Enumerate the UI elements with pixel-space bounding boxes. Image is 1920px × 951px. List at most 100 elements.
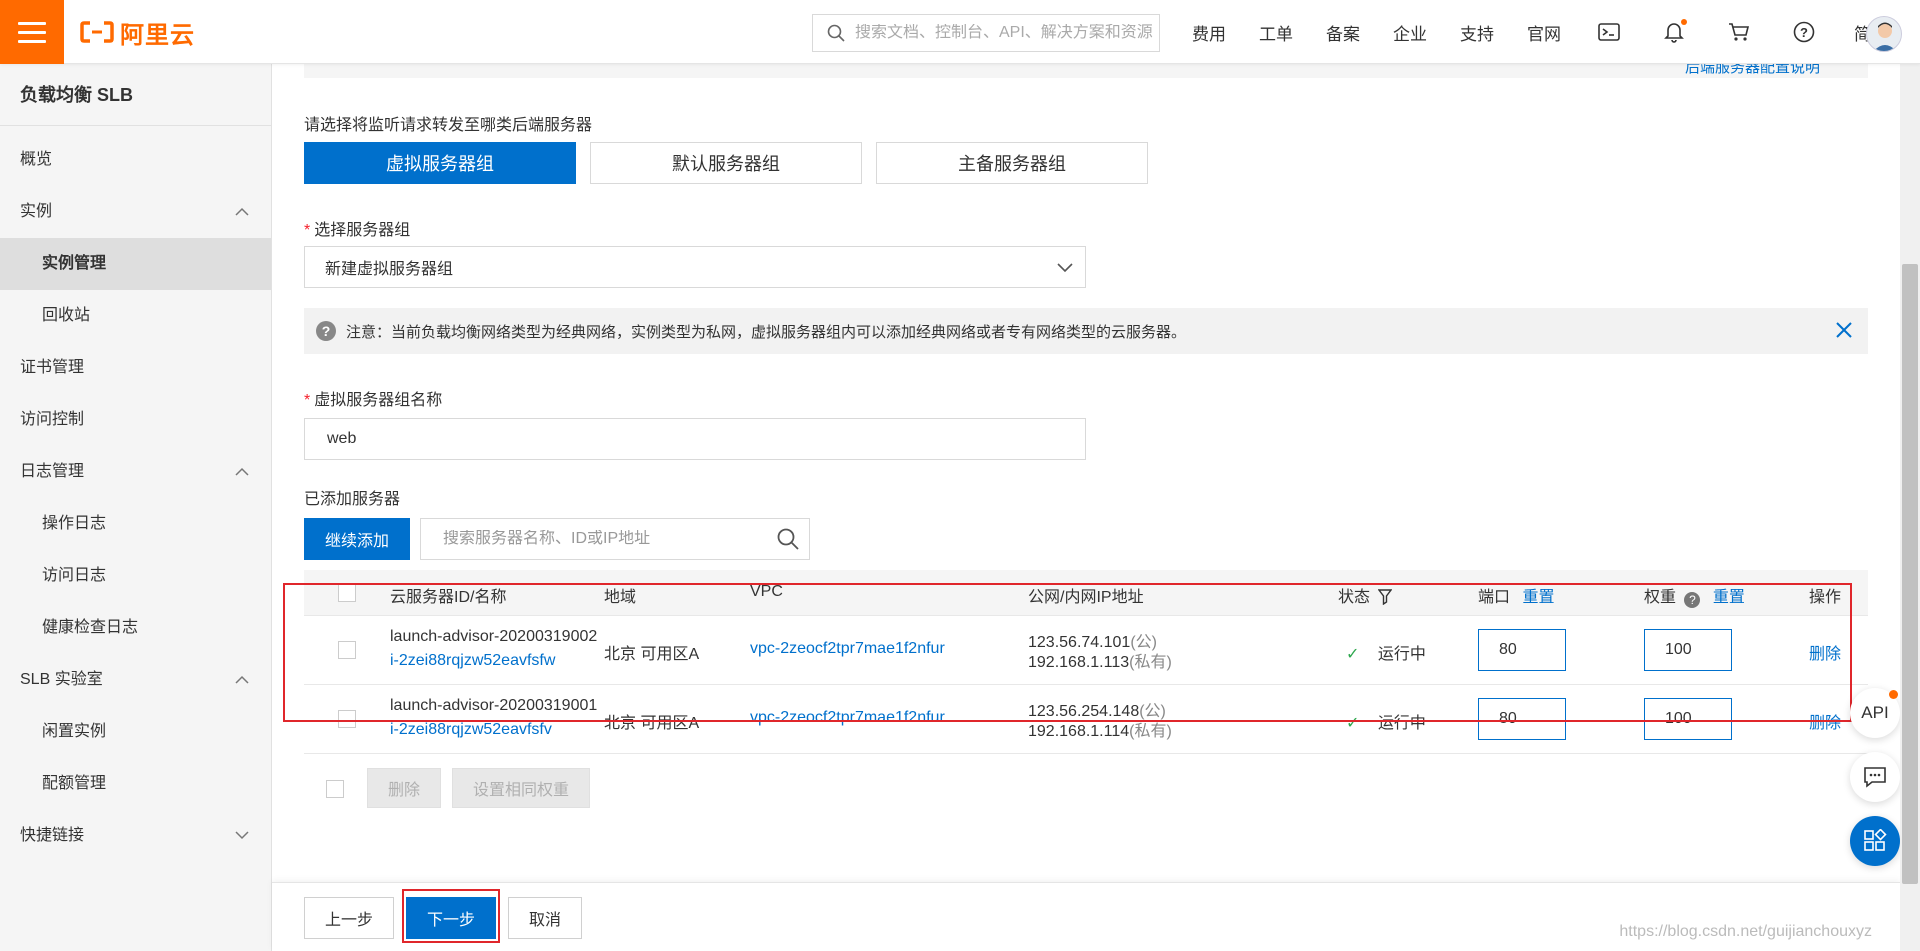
sidebar-item-idle-instances[interactable]: 闲置实例 <box>0 706 271 758</box>
chat-icon <box>1864 767 1886 788</box>
network-notice: ? 注意：当前负载均衡网络类型为经典网络，实例类型为私网，虚拟服务器组内可以添加… <box>304 308 1868 354</box>
sidebar-item-instances[interactable]: 实例 <box>0 186 271 238</box>
group-name-input[interactable] <box>304 418 1086 460</box>
sidebar-item-logs[interactable]: 日志管理 <box>0 446 271 498</box>
col-ip: 公网/内网IP地址 <box>1028 589 1144 606</box>
sidebar-item-operation-logs[interactable]: 操作日志 <box>0 498 271 550</box>
weight-input[interactable] <box>1644 698 1732 740</box>
server-name: launch-advisor-20200319002 <box>390 628 598 645</box>
row-checkbox[interactable] <box>338 641 356 659</box>
nav-enterprise[interactable]: 企业 <box>1393 20 1444 45</box>
server-id-link[interactable]: i-2zei88rqjzw52eavfsfw <box>390 652 555 670</box>
api-button[interactable]: API <box>1850 688 1900 738</box>
nav-tickets[interactable]: 工单 <box>1259 20 1310 45</box>
row-checkbox[interactable] <box>338 710 356 728</box>
chat-button[interactable] <box>1850 752 1900 802</box>
sidebar-item-health-check-logs[interactable]: 健康检查日志 <box>0 602 271 654</box>
chevron-up-icon <box>235 207 249 216</box>
server-group-select[interactable]: 新建虚拟服务器组 <box>304 246 1086 288</box>
col-status: 状态 <box>1338 583 1393 607</box>
sidebar-item-quick-links[interactable]: 快捷链接 <box>0 810 271 862</box>
table-row: launch-advisor-20200319002 i-2zei88rqjzw… <box>304 616 1868 685</box>
delete-link[interactable]: 删除 <box>1809 709 1841 733</box>
scrollbar[interactable] <box>1900 64 1920 951</box>
help-icon[interactable]: ? <box>1789 17 1819 47</box>
sidebar-item-slb-lab[interactable]: SLB 实验室 <box>0 654 271 706</box>
sidebar-item-quota[interactable]: 配额管理 <box>0 758 271 810</box>
notification-dot <box>1681 19 1687 25</box>
nav-fees[interactable]: 费用 <box>1192 20 1243 45</box>
sidebar-item-certificates[interactable]: 证书管理 <box>0 342 271 394</box>
filter-icon[interactable] <box>1378 589 1393 606</box>
col-region: 地域 <box>604 589 637 606</box>
aliyun-logo[interactable]: 阿里云 <box>80 18 195 49</box>
port-input[interactable] <box>1478 629 1566 671</box>
svg-text:?: ? <box>1800 25 1808 40</box>
scrollbar-thumb[interactable] <box>1902 264 1918 884</box>
api-label: API <box>1861 703 1889 722</box>
col-action: 操作 <box>1809 589 1842 606</box>
status-cell: ✓ 运行中 <box>1346 640 1426 664</box>
global-search[interactable] <box>812 14 1160 52</box>
apps-button[interactable] <box>1850 816 1900 866</box>
server-id-link[interactable]: i-2zei88rqjzw52eavfsfv <box>390 721 552 739</box>
bulk-select-checkbox[interactable] <box>326 780 344 798</box>
tab-master-slave-group[interactable]: 主备服务器组 <box>876 142 1148 184</box>
status-text: 运行中 <box>1377 646 1426 663</box>
port-reset-link[interactable]: 重置 <box>1522 589 1554 606</box>
vpc-link[interactable]: vpc-2zeocf2tpr7mae1f2nfur <box>750 709 945 727</box>
weight-help-icon[interactable]: ? <box>1684 592 1701 608</box>
sidebar-item-access-control[interactable]: 访问控制 <box>0 394 271 446</box>
server-region: 北京 可用区A <box>604 646 700 663</box>
search-icon[interactable] <box>777 528 799 550</box>
sidebar-item-access-logs[interactable]: 访问日志 <box>0 550 271 602</box>
table-header: 云服务器ID/名称 地域 VPC 公网/内网IP地址 状态 端口 重置 权重 ?… <box>304 570 1868 616</box>
global-search-input[interactable] <box>855 24 1159 42</box>
delete-link[interactable]: 删除 <box>1809 640 1841 664</box>
vpc-link[interactable]: vpc-2zeocf2tpr7mae1f2nfur <box>750 640 945 658</box>
table-row: launch-advisor-20200319001 i-2zei88rqjzw… <box>304 685 1868 754</box>
chevron-down-icon <box>235 831 249 840</box>
continue-add-button[interactable]: 继续添加 <box>304 518 410 560</box>
tab-virtual-server-group[interactable]: 虚拟服务器组 <box>304 142 576 184</box>
sidebar-item-label: 日志管理 <box>20 463 85 480</box>
cancel-button[interactable]: 取消 <box>508 897 582 939</box>
weight-reset-link[interactable]: 重置 <box>1713 589 1745 606</box>
select-all-checkbox[interactable] <box>338 584 356 602</box>
bulk-delete-button[interactable]: 删除 <box>367 768 441 808</box>
top-bar: 阿里云 费用 工单 备案 企业 支持 官网 ? 简体 <box>0 0 1920 64</box>
sidebar-item-label: SLB 实验室 <box>20 671 103 688</box>
nav-website[interactable]: 官网 <box>1527 20 1578 45</box>
logo-mark-icon <box>80 21 114 43</box>
nav-support[interactable]: 支持 <box>1460 20 1511 45</box>
weight-input[interactable] <box>1644 629 1732 671</box>
apps-icon <box>1864 829 1887 851</box>
api-dot <box>1889 690 1898 699</box>
sidebar-item-instance-management[interactable]: 实例管理 <box>0 238 271 290</box>
sidebar-item-overview[interactable]: 概览 <box>0 134 271 186</box>
avatar[interactable] <box>1866 16 1902 52</box>
chevron-up-icon <box>235 467 249 476</box>
next-step-button[interactable]: 下一步 <box>406 897 496 939</box>
check-icon: ✓ <box>1346 715 1360 732</box>
port-input[interactable] <box>1478 698 1566 740</box>
prev-step-button[interactable]: 上一步 <box>304 897 394 939</box>
logo-text: 阿里云 <box>120 20 195 49</box>
server-search-input[interactable] <box>443 530 777 548</box>
menu-icon[interactable] <box>0 0 64 64</box>
close-icon[interactable] <box>1836 322 1852 338</box>
bell-icon[interactable] <box>1659 17 1689 47</box>
previous-section-strip: 后端服务器配置说明 <box>304 59 1868 78</box>
footer-bar: 上一步 下一步 取消 https://blog.csdn.net/guijian… <box>272 882 1900 951</box>
terminal-icon[interactable] <box>1594 17 1624 47</box>
chevron-down-icon <box>1057 263 1073 273</box>
server-table: 云服务器ID/名称 地域 VPC 公网/内网IP地址 状态 端口 重置 权重 ?… <box>304 570 1868 754</box>
nav-icp[interactable]: 备案 <box>1326 20 1377 45</box>
server-search[interactable] <box>420 518 810 560</box>
sidebar-item-recycle-bin[interactable]: 回收站 <box>0 290 271 342</box>
col-id-name: 云服务器ID/名称 <box>390 589 507 606</box>
server-group-select-value: 新建虚拟服务器组 <box>325 261 454 278</box>
cart-icon[interactable] <box>1724 17 1754 47</box>
set-same-weight-button[interactable]: 设置相同权重 <box>452 768 590 808</box>
tab-default-server-group[interactable]: 默认服务器组 <box>590 142 862 184</box>
